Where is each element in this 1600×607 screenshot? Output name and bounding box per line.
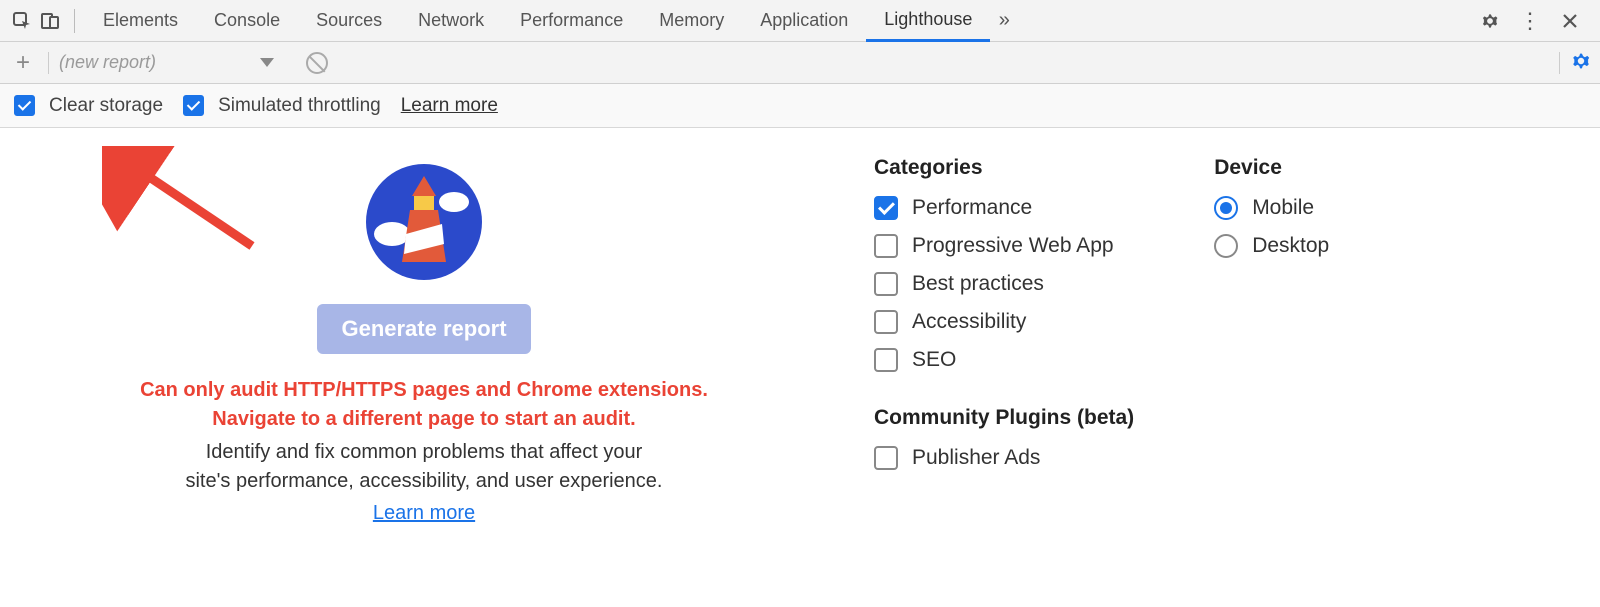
category-performance[interactable]: Performance <box>874 196 1134 220</box>
tab-console[interactable]: Console <box>196 0 298 42</box>
plugins-heading: Community Plugins (beta) <box>874 406 1134 430</box>
kebab-menu-icon[interactable]: ⋮ <box>1514 5 1546 37</box>
inspect-element-icon[interactable] <box>8 7 36 35</box>
category-best-practices[interactable]: Best practices <box>874 272 1134 296</box>
audit-description-line1: Identify and fix common problems that af… <box>185 438 662 467</box>
report-selector-label: (new report) <box>59 52 156 73</box>
lighthouse-logo-icon <box>364 162 484 282</box>
category-performance-checkbox[interactable] <box>874 196 898 220</box>
chevron-down-icon <box>260 58 274 67</box>
lighthouse-settings-gear-icon[interactable] <box>1570 50 1592 76</box>
simulated-throttling-option[interactable]: Simulated throttling <box>183 95 381 117</box>
audit-warning-line1: Can only audit HTTP/HTTPS pages and Chro… <box>140 376 708 405</box>
more-tabs-icon[interactable]: » <box>990 7 1018 35</box>
gear-icon[interactable] <box>1474 5 1506 37</box>
close-icon[interactable] <box>1554 5 1586 37</box>
tab-sources[interactable]: Sources <box>298 0 400 42</box>
tab-performance[interactable]: Performance <box>502 0 641 42</box>
clear-storage-option[interactable]: Clear storage <box>14 95 163 117</box>
category-pwa[interactable]: Progressive Web App <box>874 234 1134 258</box>
category-accessibility[interactable]: Accessibility <box>874 310 1134 334</box>
tab-elements[interactable]: Elements <box>85 0 196 42</box>
categories-heading: Categories <box>874 156 1134 180</box>
audit-warning-line2: Navigate to a different page to start an… <box>140 405 708 434</box>
category-accessibility-checkbox[interactable] <box>874 310 898 334</box>
report-selector[interactable]: (new report) <box>59 52 294 73</box>
clear-storage-checkbox[interactable] <box>14 95 35 116</box>
audit-description-line2: site's performance, accessibility, and u… <box>185 467 662 496</box>
device-label: Desktop <box>1252 234 1329 258</box>
categories-column: Categories Performance Progressive Web A… <box>874 156 1134 525</box>
lighthouse-main: Generate report Can only audit HTTP/HTTP… <box>0 128 1600 525</box>
category-label: Best practices <box>912 272 1044 296</box>
lighthouse-intro: Generate report Can only audit HTTP/HTTP… <box>34 152 814 525</box>
category-seo-checkbox[interactable] <box>874 348 898 372</box>
device-label: Mobile <box>1252 196 1314 220</box>
device-column: Device Mobile Desktop <box>1214 156 1329 525</box>
category-label: SEO <box>912 348 956 372</box>
annotation-arrow-icon <box>102 146 272 266</box>
tab-network[interactable]: Network <box>400 0 502 42</box>
plugin-label: Publisher Ads <box>912 446 1040 470</box>
clear-storage-label: Clear storage <box>49 95 163 117</box>
lighthouse-settings-row: Clear storage Simulated throttling Learn… <box>0 84 1600 128</box>
simulated-throttling-label: Simulated throttling <box>218 95 381 117</box>
plugin-publisher-ads-checkbox[interactable] <box>874 446 898 470</box>
device-mobile[interactable]: Mobile <box>1214 196 1329 220</box>
divider <box>74 9 75 33</box>
category-seo[interactable]: SEO <box>874 348 1134 372</box>
intro-learn-more-link[interactable]: Learn more <box>373 502 475 525</box>
plugin-publisher-ads[interactable]: Publisher Ads <box>874 446 1134 470</box>
audit-warning-text: Can only audit HTTP/HTTPS pages and Chro… <box>140 376 708 434</box>
category-pwa-checkbox[interactable] <box>874 234 898 258</box>
device-desktop[interactable]: Desktop <box>1214 234 1329 258</box>
lighthouse-options: Categories Performance Progressive Web A… <box>874 152 1566 525</box>
lighthouse-toolbar: + (new report) <box>0 42 1600 84</box>
category-label: Accessibility <box>912 310 1026 334</box>
device-desktop-radio[interactable] <box>1214 234 1238 258</box>
new-report-button[interactable]: + <box>8 49 38 77</box>
device-heading: Device <box>1214 156 1329 180</box>
settings-learn-more-link[interactable]: Learn more <box>401 95 498 117</box>
category-label: Performance <box>912 196 1032 220</box>
category-label: Progressive Web App <box>912 234 1114 258</box>
category-best-practices-checkbox[interactable] <box>874 272 898 296</box>
divider <box>1559 52 1560 74</box>
audit-description-text: Identify and fix common problems that af… <box>185 438 662 496</box>
simulated-throttling-checkbox[interactable] <box>183 95 204 116</box>
devtools-tabs-bar: Elements Console Sources Network Perform… <box>0 0 1600 42</box>
clear-icon[interactable] <box>306 52 328 74</box>
tab-memory[interactable]: Memory <box>641 0 742 42</box>
device-mobile-radio[interactable] <box>1214 196 1238 220</box>
device-toolbar-icon[interactable] <box>36 7 64 35</box>
tab-lighthouse[interactable]: Lighthouse <box>866 0 990 42</box>
tab-application[interactable]: Application <box>742 0 866 42</box>
divider <box>48 52 49 74</box>
generate-report-button[interactable]: Generate report <box>317 304 530 354</box>
